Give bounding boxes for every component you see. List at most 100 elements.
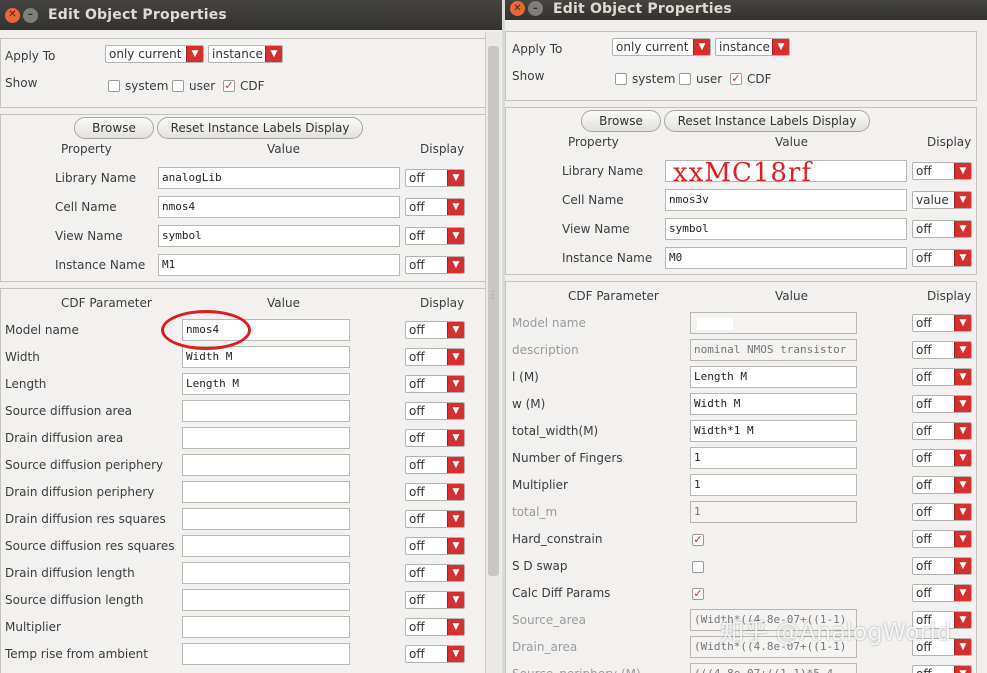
- display-dropdown[interactable]: off▼: [405, 456, 465, 474]
- display-dropdown[interactable]: off▼: [405, 348, 465, 366]
- cdf-param-label: Calc Diff Params: [512, 586, 611, 600]
- cdf-param-field[interactable]: Width*1 M: [690, 420, 857, 442]
- cdf-param-field[interactable]: [182, 643, 350, 665]
- display-dropdown[interactable]: off▼: [912, 422, 972, 440]
- user-label: user: [189, 79, 216, 93]
- chevron-down-icon: ▼: [447, 646, 464, 662]
- cdf-param-field[interactable]: Width M: [690, 393, 857, 415]
- property-value-field[interactable]: M1: [158, 254, 400, 276]
- reset-labels-button[interactable]: Reset Instance Labels Display: [664, 110, 870, 132]
- cdf-param-field[interactable]: [182, 562, 350, 584]
- cdf-param-field: 1: [690, 501, 857, 523]
- display-dropdown[interactable]: off▼: [912, 162, 972, 180]
- system-label: system: [125, 79, 169, 93]
- cdf-param-field[interactable]: [182, 400, 350, 422]
- display-dropdown[interactable]: off▼: [912, 341, 972, 359]
- apply-to-dropdown[interactable]: only current ▼: [105, 45, 204, 63]
- display-dropdown[interactable]: off▼: [912, 503, 972, 521]
- cdf-param-label: description: [512, 343, 579, 357]
- property-col-header: Property: [568, 135, 619, 149]
- cdf-param-field[interactable]: [182, 481, 350, 503]
- cdf-param-checkbox[interactable]: ✓: [692, 588, 704, 600]
- display-dropdown[interactable]: off▼: [405, 537, 465, 555]
- system-checkbox[interactable]: [108, 80, 120, 92]
- user-checkbox[interactable]: [172, 80, 184, 92]
- display-dropdown[interactable]: off▼: [912, 249, 972, 267]
- property-label: View Name: [55, 229, 123, 243]
- display-dropdown[interactable]: off▼: [405, 256, 465, 274]
- cdf-param-field[interactable]: [182, 454, 350, 476]
- display-dropdown[interactable]: off▼: [912, 665, 972, 673]
- display-dropdown[interactable]: value ▼: [912, 191, 972, 209]
- apply-target-dropdown[interactable]: instance ▼: [208, 45, 283, 63]
- display-dropdown[interactable]: off▼: [405, 645, 465, 663]
- display-dropdown[interactable]: off▼: [405, 402, 465, 420]
- apply-target-dropdown[interactable]: instance ▼: [715, 38, 790, 56]
- browse-button[interactable]: Browse: [74, 117, 154, 139]
- property-value-field[interactable]: nmos3v: [665, 189, 907, 211]
- property-value-field[interactable]: symbol: [665, 218, 907, 240]
- display-dropdown[interactable]: off▼: [912, 476, 972, 494]
- system-checkbox[interactable]: [615, 73, 627, 85]
- display-dropdown[interactable]: off▼: [405, 483, 465, 501]
- display-dropdown[interactable]: off▼: [912, 368, 972, 386]
- display-dropdown[interactable]: off▼: [405, 564, 465, 582]
- display-dropdown[interactable]: off▼: [912, 220, 972, 238]
- close-icon[interactable]: ✕: [510, 1, 525, 16]
- minimize-icon[interactable]: –: [23, 7, 38, 23]
- scrollbar[interactable]: [485, 32, 501, 673]
- display-dropdown[interactable]: off▼: [912, 314, 972, 332]
- cdf-col-header: CDF Parameter: [568, 289, 659, 303]
- cdf-param-field[interactable]: [182, 508, 350, 530]
- display-dropdown[interactable]: off▼: [405, 198, 465, 216]
- display-dropdown[interactable]: off▼: [912, 530, 972, 548]
- property-value-field[interactable]: symbol: [158, 225, 400, 247]
- scrollbar-thumb[interactable]: [488, 46, 499, 576]
- cdf-param-checkbox[interactable]: ✓: [692, 534, 704, 546]
- property-value-field[interactable]: analogLib: [158, 167, 400, 189]
- cdf-param-field[interactable]: 1: [690, 447, 857, 469]
- display-dropdown[interactable]: off▼: [405, 169, 465, 187]
- cdf-param-field[interactable]: [182, 589, 350, 611]
- apply-to-dropdown[interactable]: only current ▼: [612, 38, 711, 56]
- chevron-down-icon: ▼: [954, 504, 971, 520]
- display-dropdown[interactable]: off▼: [912, 557, 972, 575]
- display-dropdown[interactable]: off▼: [912, 395, 972, 413]
- cdf-frame: CDF Parameter Value Display Model name nm…: [0, 288, 486, 673]
- display-dropdown[interactable]: off▼: [912, 584, 972, 602]
- cdf-display-col-header: Display: [420, 296, 465, 310]
- cdf-param-field[interactable]: [182, 535, 350, 557]
- pane-grip-icon[interactable]: ⋮: [488, 290, 498, 301]
- cdf-param-field[interactable]: Length M: [182, 373, 350, 395]
- display-dropdown[interactable]: off▼: [405, 618, 465, 636]
- display-dropdown[interactable]: off▼: [405, 227, 465, 245]
- show-label: Show: [5, 76, 38, 90]
- close-icon[interactable]: ✕: [5, 7, 20, 23]
- apply-to-label: Apply To: [512, 42, 563, 56]
- cdf-label: CDF: [240, 79, 265, 93]
- reset-labels-button[interactable]: Reset Instance Labels Display: [157, 117, 363, 139]
- cdf-param-field[interactable]: 1: [690, 474, 857, 496]
- minimize-icon[interactable]: –: [528, 1, 543, 16]
- browse-button[interactable]: Browse: [581, 110, 661, 132]
- cdf-checkbox[interactable]: ✓: [223, 80, 235, 92]
- property-value-field[interactable]: M0: [665, 247, 907, 269]
- cdf-checkbox[interactable]: ✓: [730, 73, 742, 85]
- display-dropdown[interactable]: off▼: [405, 429, 465, 447]
- display-dropdown[interactable]: off▼: [405, 321, 465, 339]
- cdf-param-field[interactable]: [182, 427, 350, 449]
- chevron-down-icon: ▼: [447, 619, 464, 635]
- display-dropdown[interactable]: off▼: [405, 375, 465, 393]
- display-dropdown[interactable]: off▼: [405, 510, 465, 528]
- user-checkbox[interactable]: [679, 73, 691, 85]
- cdf-param-label: Source_area: [512, 613, 586, 627]
- cdf-param-field[interactable]: [182, 616, 350, 638]
- cdf-param-label: w (M): [512, 397, 546, 411]
- display-dropdown[interactable]: off▼: [912, 449, 972, 467]
- chevron-down-icon: ▼: [772, 39, 789, 55]
- chevron-down-icon: ▼: [447, 199, 464, 215]
- display-dropdown[interactable]: off▼: [405, 591, 465, 609]
- property-value-field[interactable]: nmos4: [158, 196, 400, 218]
- cdf-param-checkbox[interactable]: [692, 561, 704, 573]
- cdf-param-field[interactable]: Length M: [690, 366, 857, 388]
